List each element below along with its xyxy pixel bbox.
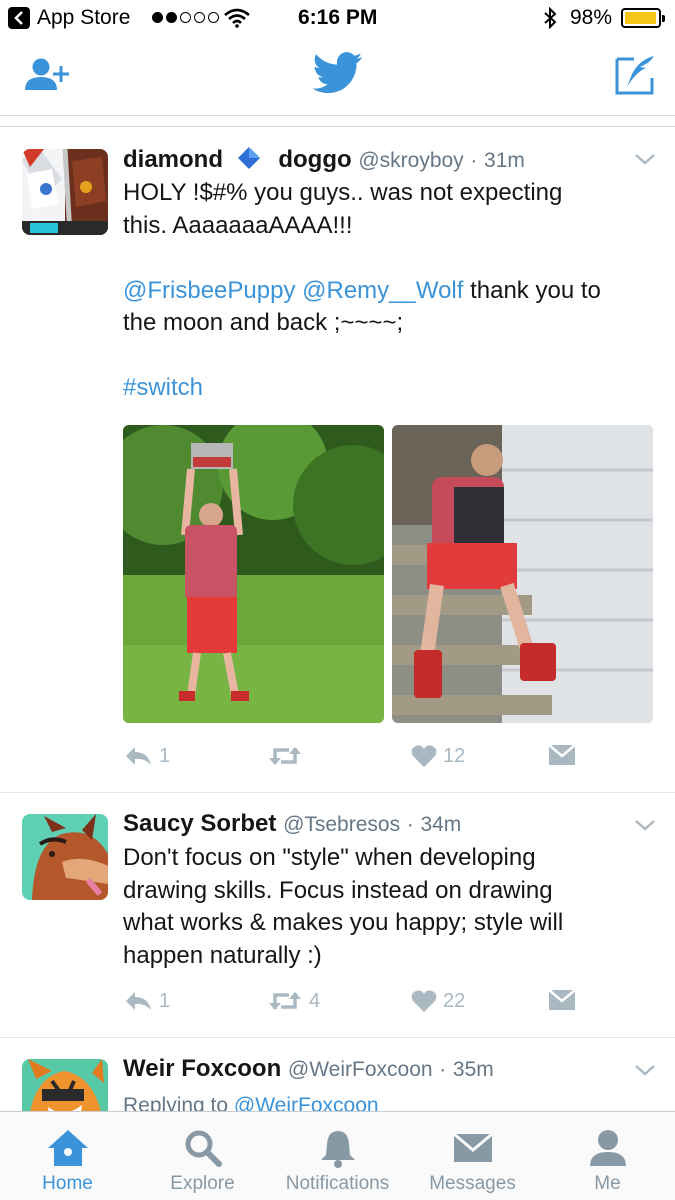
replying-to: Replying to @WeirFoxcoon: [123, 1090, 643, 1111]
tab-label: Explore: [170, 1173, 235, 1194]
chevron-down-icon[interactable]: [634, 1063, 656, 1082]
tab-label: Notifications: [285, 1173, 390, 1194]
mention-link[interactable]: @WeirFoxcoon: [234, 1094, 379, 1111]
tweet-header: Weir Foxcoon @WeirFoxcoon · 35m: [123, 1055, 494, 1083]
avatar[interactable]: [22, 1059, 108, 1111]
tab-label: Me: [594, 1173, 621, 1194]
bottom-tab-bar: Home Explore Notifications Messages Me: [0, 1111, 675, 1200]
tab-messages[interactable]: Messages: [405, 1112, 540, 1200]
separator-dot: ·: [439, 1058, 447, 1081]
tab-label: Home: [42, 1173, 93, 1194]
bell-icon: [270, 1128, 405, 1168]
user-handle[interactable]: @WeirFoxcoon: [288, 1058, 433, 1081]
replying-to-label: Replying to: [123, 1094, 234, 1111]
tab-me[interactable]: Me: [540, 1112, 675, 1200]
home-icon: [0, 1128, 135, 1168]
tab-label: Messages: [429, 1173, 516, 1194]
tab-notifications[interactable]: Notifications: [270, 1112, 405, 1200]
search-icon: [135, 1128, 270, 1168]
tweet[interactable]: Weir Foxcoon @WeirFoxcoon · 35m Replying…: [0, 0, 675, 1111]
envelope-icon: [405, 1128, 540, 1168]
tab-explore[interactable]: Explore: [135, 1112, 270, 1200]
person-icon: [540, 1128, 675, 1168]
tab-home[interactable]: Home: [0, 1112, 135, 1200]
display-name[interactable]: Weir Foxcoon: [123, 1055, 281, 1082]
timestamp: 35m: [452, 1058, 494, 1081]
